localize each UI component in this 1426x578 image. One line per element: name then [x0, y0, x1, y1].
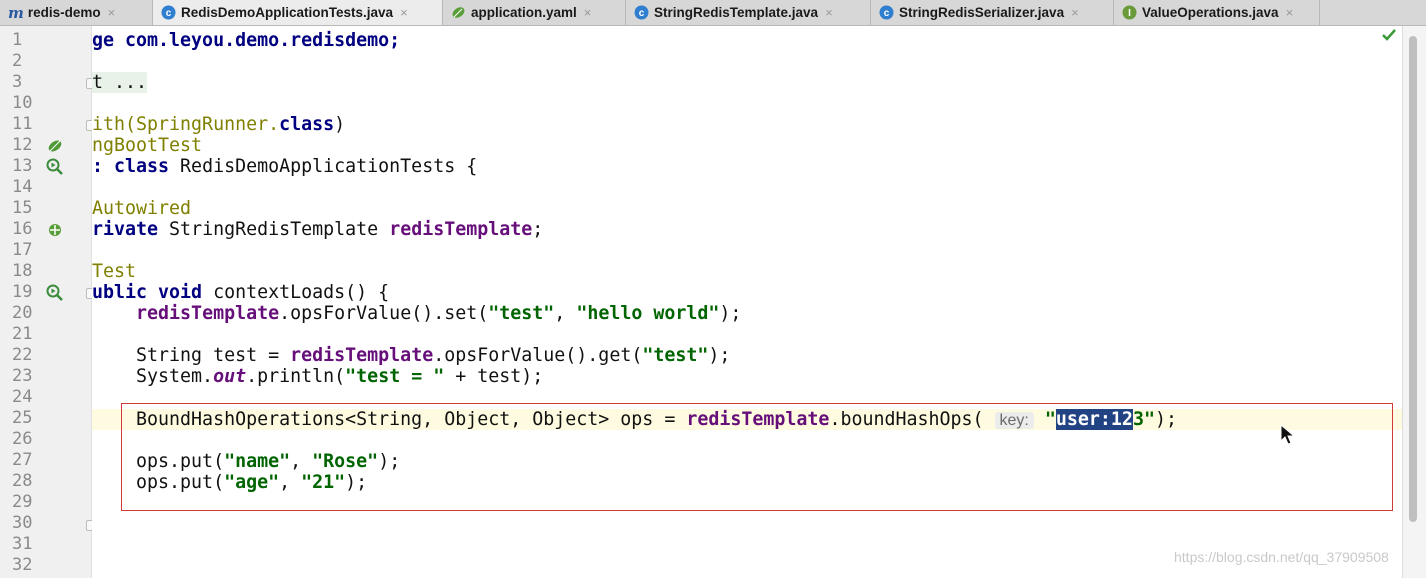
tab-label: StringRedisTemplate.java: [654, 5, 819, 20]
code-line-27[interactable]: ops.put("name", "Rose");: [92, 451, 400, 472]
code-line-11[interactable]: ith(SpringRunner.class): [92, 114, 345, 135]
code-line-19[interactable]: ublic void contextLoads() {: [92, 282, 389, 303]
editor-tab-bar: m redis-demo × c RedisDemoApplicationTes…: [0, 0, 1426, 26]
line-number: 26: [12, 429, 33, 449]
code-line-16[interactable]: rivate StringRedisTemplate redisTemplate…: [92, 219, 543, 240]
line-number: 28: [12, 471, 33, 491]
line-number: 25: [12, 408, 33, 428]
interface-icon: I: [1122, 5, 1137, 20]
close-icon[interactable]: ×: [825, 5, 833, 20]
class-icon: c: [634, 5, 649, 20]
code-editor[interactable]: ge com.leyou.demo.redisdemo; t ... ith(S…: [92, 26, 1402, 578]
code-line-22[interactable]: String test = redisTemplate.opsForValue(…: [92, 345, 730, 366]
code-line-18[interactable]: Test: [92, 261, 136, 282]
checkmark-icon: [1382, 29, 1396, 41]
line-number: 19: [12, 282, 33, 302]
tab-redis-demo[interactable]: m redis-demo ×: [0, 0, 153, 25]
code-line-25[interactable]: BoundHashOperations<String, Object, Obje…: [92, 409, 1177, 431]
scrollbar-thumb[interactable]: [1409, 36, 1417, 522]
line-number: 17: [12, 240, 33, 260]
svg-text:c: c: [166, 8, 172, 19]
close-icon[interactable]: ×: [400, 5, 408, 20]
line-number: 27: [12, 450, 33, 470]
tab-label: ValueOperations.java: [1142, 5, 1279, 20]
tab-label: StringRedisSerializer.java: [899, 5, 1065, 20]
line-number: 20: [12, 303, 33, 323]
close-icon[interactable]: ×: [108, 5, 116, 20]
line-number: 3: [12, 72, 23, 92]
class-icon: c: [879, 5, 894, 20]
line-number: 21: [12, 324, 33, 344]
spring-leaf-icon: [451, 5, 466, 20]
line-number: 32: [12, 555, 33, 575]
code-line-12[interactable]: ngBootTest: [92, 135, 202, 156]
code-line-20[interactable]: redisTemplate.opsForValue().set("test", …: [92, 303, 741, 324]
code-line-1[interactable]: ge com.leyou.demo.redisdemo;: [92, 30, 400, 51]
line-number: 22: [12, 345, 33, 365]
run-test-icon[interactable]: [45, 283, 65, 303]
tab-stringredistemplate[interactable]: c StringRedisTemplate.java ×: [626, 0, 871, 25]
tab-label: RedisDemoApplicationTests.java: [181, 5, 394, 20]
svg-text:c: c: [884, 8, 890, 19]
line-number: 16: [12, 219, 33, 239]
tab-redisdemoapplicationtests[interactable]: c RedisDemoApplicationTests.java ×: [153, 0, 443, 25]
autowired-bean-icon[interactable]: [45, 220, 65, 240]
close-icon[interactable]: ×: [584, 5, 592, 20]
selected-text[interactable]: user:12: [1055, 409, 1133, 430]
line-number: 1: [12, 30, 23, 50]
line-number: 12: [12, 135, 33, 155]
tab-application-yaml[interactable]: application.yaml ×: [443, 0, 626, 25]
line-number: 10: [12, 93, 33, 113]
line-number: 18: [12, 261, 33, 281]
svg-text:c: c: [639, 8, 645, 19]
line-number: 13: [12, 156, 33, 176]
parameter-hint: key:: [994, 412, 1034, 429]
tab-stringredisserializer[interactable]: c StringRedisSerializer.java ×: [871, 0, 1114, 25]
line-number-gutter[interactable]: 1 2 3 10 11 12 13 14 15 16 17 18 19 20 2…: [0, 26, 97, 578]
code-line-15[interactable]: Autowired: [92, 198, 191, 219]
line-number: 30: [12, 513, 33, 533]
close-icon[interactable]: ×: [1071, 5, 1079, 20]
line-number: 15: [12, 198, 33, 218]
svg-text:I: I: [1128, 8, 1131, 19]
module-m-icon: m: [8, 3, 24, 22]
line-number: 14: [12, 177, 33, 197]
watermark-text: https://blog.csdn.net/qq_37909508: [1174, 549, 1389, 565]
code-line-13[interactable]: : class RedisDemoApplicationTests {: [92, 156, 477, 177]
spring-leaf-icon[interactable]: [45, 136, 65, 156]
class-icon: c: [161, 5, 176, 20]
mouse-pointer-icon: [1280, 424, 1296, 445]
code-line-28[interactable]: ops.put("age", "21");: [92, 472, 367, 493]
line-number: 11: [12, 114, 33, 134]
line-number: 24: [12, 387, 33, 407]
run-test-icon[interactable]: [45, 157, 65, 177]
vertical-scrollbar[interactable]: [1382, 26, 1426, 578]
line-number: 23: [12, 366, 33, 386]
code-line-23[interactable]: System.out.println("test = " + test);: [92, 366, 543, 387]
code-line-3[interactable]: t ...: [92, 72, 148, 93]
line-number: 2: [12, 51, 23, 71]
close-icon[interactable]: ×: [1286, 5, 1294, 20]
line-number: 31: [12, 534, 33, 554]
tab-label: redis-demo: [27, 5, 101, 20]
line-number: 29: [12, 492, 33, 512]
tab-valueoperations[interactable]: I ValueOperations.java ×: [1114, 0, 1320, 25]
tab-label: application.yaml: [471, 5, 577, 20]
